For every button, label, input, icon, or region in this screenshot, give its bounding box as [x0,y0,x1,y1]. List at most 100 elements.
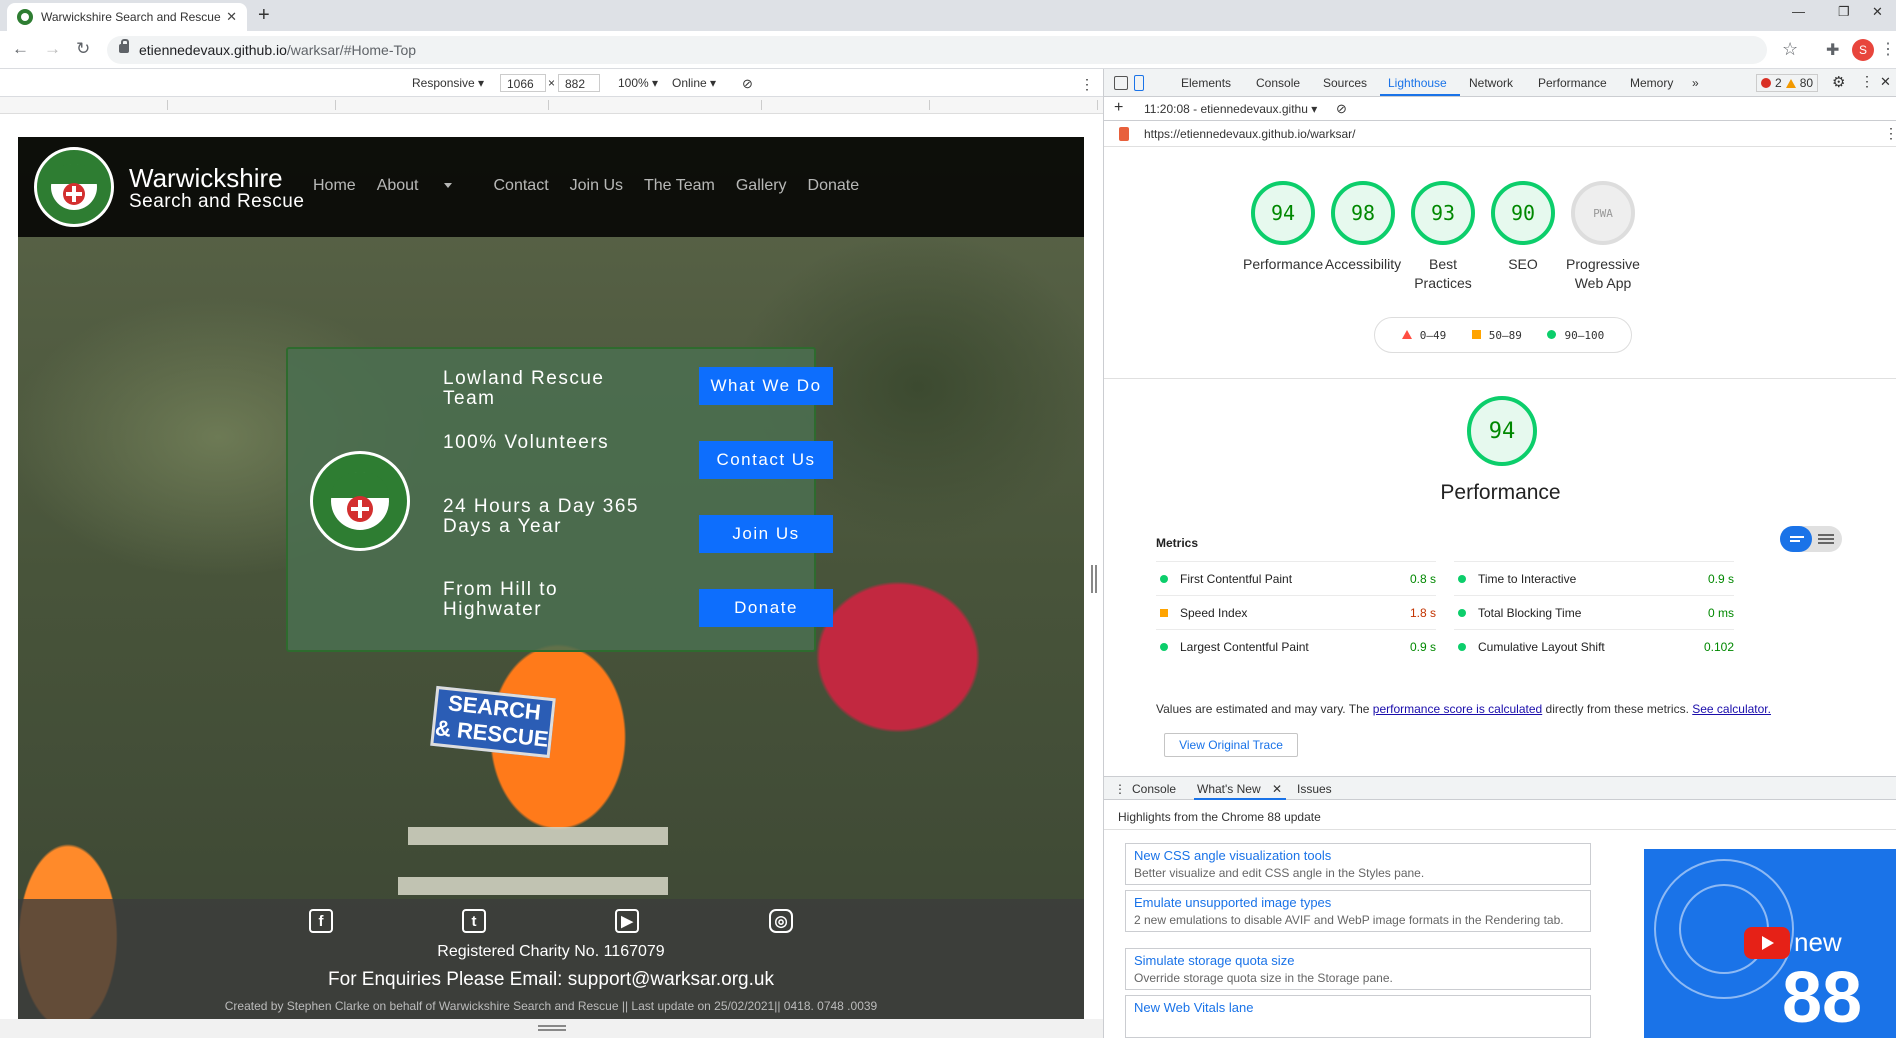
metrics-note: Values are estimated and may vary. The p… [1156,702,1771,716]
ruler-segment[interactable] [168,100,336,110]
report-menu-icon[interactable]: ⋮ [1884,125,1896,142]
clear-reports-icon[interactable]: ⊘ [1336,101,1347,117]
whats-new-card[interactable]: Emulate unsupported image types 2 new em… [1125,890,1591,932]
drawer-tab-whats-new[interactable]: What's New [1197,782,1261,796]
close-whats-new-icon[interactable]: ✕ [1272,782,1282,796]
device-toolbar-menu-icon[interactable]: ⋮ [1080,76,1094,93]
whats-new-card[interactable]: New Web Vitals lane [1125,995,1591,1038]
drawer-tab-console[interactable]: Console [1132,782,1176,796]
more-tabs-icon[interactable]: » [1692,76,1699,90]
nav-contact[interactable]: Contact [494,177,549,195]
metric-name: Total Blocking Time [1478,605,1582,620]
close-tab-icon[interactable]: ✕ [226,9,237,25]
see-calculator-link[interactable]: See calculator. [1692,702,1771,716]
contact-us-button[interactable]: Contact Us [699,441,833,479]
new-tab-icon[interactable]: + [258,4,270,27]
tab-console[interactable]: Console [1256,76,1300,90]
join-us-button[interactable]: Join Us [699,515,833,553]
gauge-ring: 94 [1251,181,1315,245]
performance-big-gauge: 94 [1467,396,1537,466]
extensions-puzzle-icon[interactable]: ✚ [1826,40,1839,60]
score-calculated-link[interactable]: performance score is calculated [1373,702,1542,716]
score-seo[interactable]: 90 SEO [1483,181,1563,274]
zoom-select[interactable]: 100% ▾ [618,76,658,90]
what-we-do-button[interactable]: What We Do [699,367,833,405]
metrics-view-toggle[interactable] [1780,526,1842,552]
metric-row: Total Blocking Time 0 ms [1454,595,1734,629]
browser-menu-icon[interactable]: ⋮ [1880,39,1896,59]
whats-new-card[interactable]: New CSS angle visualization tools Better… [1125,843,1591,885]
device-toggle-icon[interactable] [1134,75,1144,91]
drawer-menu-icon[interactable]: ⋮ [1114,782,1126,796]
url-field[interactable]: etiennedevaux.github.io/warksar/#Home-To… [107,36,1767,64]
media-query-ruler[interactable] [0,97,1103,114]
viewport-height-input[interactable]: 882 [558,74,600,92]
ruler-segment[interactable] [549,100,762,110]
tab-network[interactable]: Network [1469,76,1513,90]
chrome-88-promo-video[interactable]: new 88 [1644,849,1896,1038]
twitter-icon[interactable]: t [462,909,486,933]
inspect-element-icon[interactable] [1114,76,1128,90]
tab-memory[interactable]: Memory [1630,76,1673,90]
close-window-icon[interactable]: ✕ [1872,4,1883,20]
restore-icon[interactable]: ❐ [1838,4,1850,20]
minimize-icon[interactable]: — [1792,4,1805,19]
page-viewport: SEARCH & RESCUE Warwickshire Search and … [18,137,1084,1019]
tab-lighthouse[interactable]: Lighthouse [1388,76,1447,90]
ruler-segment[interactable] [930,100,1098,110]
ruler-segment[interactable] [336,100,549,110]
youtube-icon[interactable]: ▶ [615,909,639,933]
site-logo[interactable] [34,147,114,227]
drawer-divider [1104,829,1896,830]
report-select[interactable]: 11:20:08 - etiennedevaux.githu ▾ [1144,102,1317,116]
rotate-icon[interactable]: ⊘ [742,76,753,92]
facebook-icon[interactable]: f [309,909,333,933]
score-performance[interactable]: 94 Performance [1243,181,1323,274]
devtools-menu-icon[interactable]: ⋮ [1860,73,1874,90]
ruler-segment[interactable] [762,100,930,110]
viewport-width-input[interactable]: 1066 [500,74,546,92]
metric-value: 0.8 s [1409,571,1436,586]
whats-new-heading: Highlights from the Chrome 88 update [1118,810,1321,824]
drawer-tab-issues[interactable]: Issues [1297,782,1332,796]
legend-average: 50–89 [1471,329,1522,342]
brand-title[interactable]: Warwickshire [129,163,283,194]
view-original-trace-button[interactable]: View Original Trace [1164,733,1298,757]
settings-gear-icon[interactable]: ⚙ [1832,73,1845,91]
viewport-bottom-resize-handle[interactable] [538,1025,566,1031]
tab-sources[interactable]: Sources [1323,76,1367,90]
nav-about-dropdown[interactable]: About [377,177,473,195]
nav-donate[interactable]: Donate [808,177,860,195]
viewport-right-resize-handle[interactable] [1091,565,1097,593]
browser-tab[interactable]: Warwickshire Search and Rescue ✕ [7,3,247,31]
nav-the-team[interactable]: The Team [644,177,715,195]
gauge-label: SEO [1508,256,1538,272]
profile-avatar[interactable]: S [1852,39,1874,61]
network-throttle-select[interactable]: Online ▾ [672,76,716,90]
tab-performance[interactable]: Performance [1538,76,1607,90]
device-mode-select[interactable]: Responsive ▾ [412,76,484,90]
nav-join-us[interactable]: Join Us [570,177,623,195]
youtube-play-icon[interactable] [1744,927,1790,959]
issues-counter[interactable]: 2 80 [1756,74,1819,92]
back-arrow-icon[interactable]: ← [12,39,29,59]
report-url[interactable]: https://etiennedevaux.github.io/warksar/ [1144,127,1355,141]
nav-gallery[interactable]: Gallery [736,177,787,195]
nav-home[interactable]: Home [313,177,356,195]
instagram-icon[interactable]: ◎ [769,909,793,933]
ruler-segment[interactable] [0,100,168,110]
score-accessibility[interactable]: 98 Accessibility [1323,181,1403,274]
new-report-plus-icon[interactable]: + [1114,99,1123,117]
score-best-practices[interactable]: 93 Best Practices [1403,181,1483,293]
whats-new-card[interactable]: Simulate storage quota size Override sto… [1125,948,1591,990]
tab-elements[interactable]: Elements [1181,76,1231,90]
close-devtools-icon[interactable]: ✕ [1880,74,1891,90]
bookmark-star-icon[interactable]: ☆ [1782,39,1798,60]
reload-icon[interactable]: ↻ [76,39,90,59]
forward-arrow-icon[interactable]: → [44,39,61,59]
brand-subtitle[interactable]: Search and Rescue [129,191,304,213]
red-cross-icon [347,496,373,522]
donate-button[interactable]: Donate [699,589,833,627]
enquiries-email[interactable]: For Enquiries Please Email: support@wark… [18,969,1084,991]
score-pwa[interactable]: PWA Progressive Web App [1556,181,1650,293]
